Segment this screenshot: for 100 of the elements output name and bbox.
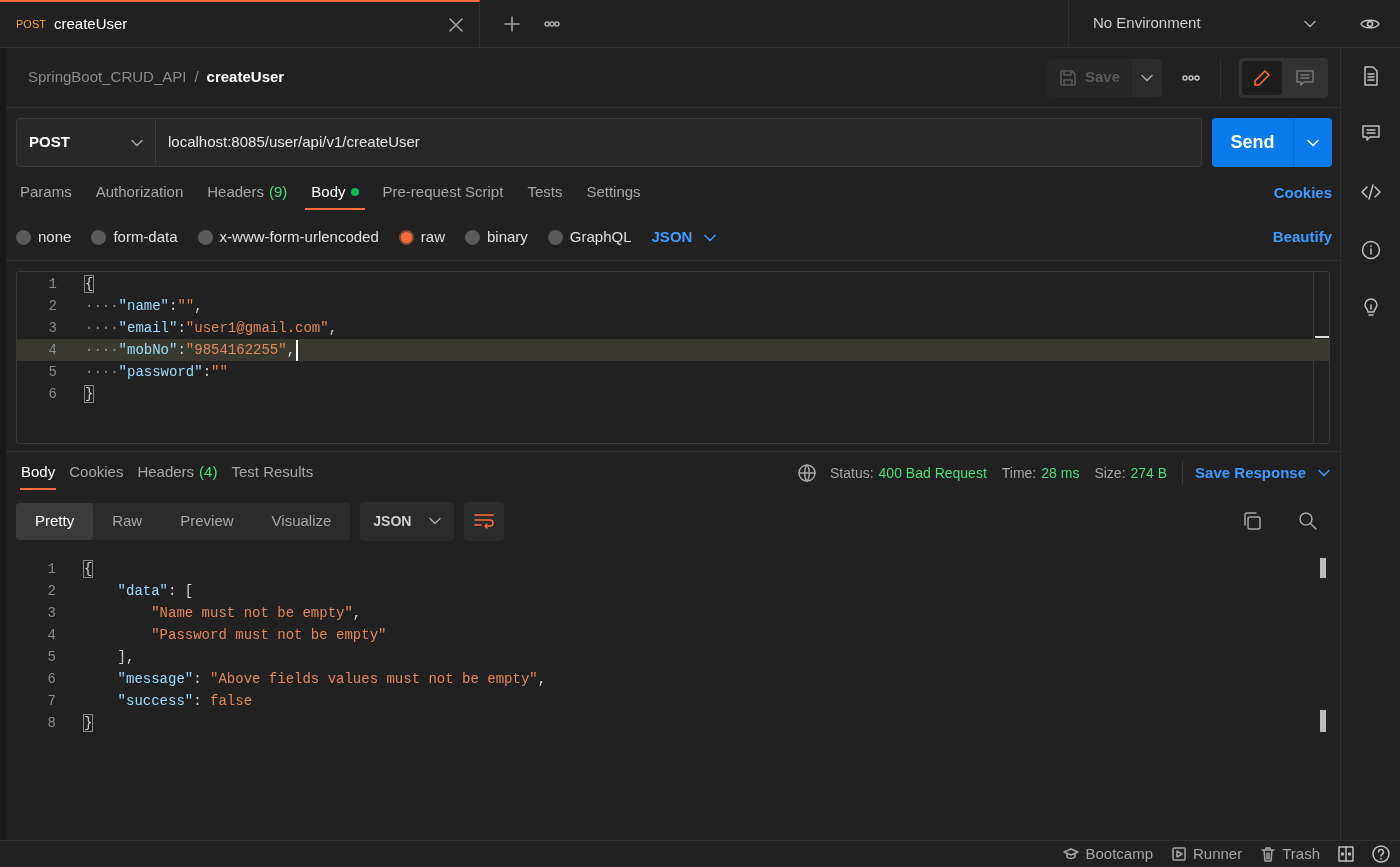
chevron-down-icon[interactable] (429, 517, 442, 525)
radio-option[interactable]: x-www-form-urlencoded (197, 226, 379, 249)
code-line: { (85, 274, 94, 294)
edit-mode-button[interactable] (1242, 60, 1282, 95)
meta-value: 28 ms (1041, 463, 1080, 483)
close-icon[interactable] (449, 17, 463, 32)
request-tab[interactable]: POST createUser (0, 0, 480, 47)
status-bar-button[interactable]: Trash (1260, 842, 1320, 866)
radio-option[interactable]: GraphQL (547, 226, 632, 249)
code-line: ], (116, 647, 135, 667)
line-number: 4 (46, 625, 57, 645)
line-number: 6 (47, 384, 58, 404)
line-number: 5 (46, 647, 57, 667)
graduation-cap-icon (1063, 846, 1080, 862)
radio-option[interactable]: none (16, 226, 72, 249)
two-pane-icon[interactable] (1338, 846, 1354, 862)
environment-selector[interactable]: No Environment (1068, 0, 1340, 47)
code-line: ····"email":"user1@gmail.com", (85, 318, 338, 338)
chevron-down-icon[interactable] (131, 138, 143, 147)
collection-link[interactable]: SpringBoot_CRUD_API (28, 66, 187, 89)
meta-value: 274 B (1130, 463, 1168, 483)
line-number: 1 (47, 274, 58, 294)
request-option-tab[interactable]: Headers (9) (201, 176, 294, 210)
request-option-tab[interactable]: Params (14, 176, 78, 210)
line-number: 7 (46, 691, 57, 711)
view-mode-tab[interactable]: Preview (161, 502, 253, 540)
line-number: 5 (47, 362, 58, 382)
chevron-down-icon[interactable] (1141, 73, 1153, 82)
code-line: "data": [ (116, 581, 194, 601)
more-icon[interactable] (544, 20, 560, 27)
code-line: "Name must not be empty", (150, 603, 362, 623)
scrollbar-marker (1314, 336, 1329, 338)
chevron-down-icon[interactable] (1304, 19, 1316, 28)
request-option-tab[interactable]: Tests (521, 176, 569, 210)
line-number: 6 (46, 669, 57, 689)
view-mode-tab[interactable]: Raw (93, 502, 162, 540)
response-tab[interactable]: Cookies (68, 456, 125, 490)
method-label: POST (16, 17, 46, 33)
wrap-lines-button[interactable] (464, 501, 505, 541)
save-response-button[interactable]: Save Response (1195, 461, 1330, 485)
scrollbar-marker (1320, 710, 1326, 732)
view-mode-tab[interactable]: Pretty (16, 502, 94, 540)
save-icon (1058, 68, 1077, 87)
response-tab[interactable]: Headers (4) (136, 456, 219, 490)
code-line: ····"password":"" (85, 362, 228, 382)
copy-icon[interactable] (1242, 511, 1262, 531)
request-option-tab[interactable]: Settings (580, 176, 647, 210)
line-number: 3 (46, 603, 57, 623)
response-tab[interactable]: Body (20, 456, 57, 490)
chevron-down-icon[interactable] (1318, 469, 1330, 477)
request-option-tab[interactable]: Body (305, 176, 365, 210)
play-icon (1171, 846, 1187, 862)
status-bar-button[interactable]: Runner (1171, 842, 1243, 866)
scrollbar-thumb[interactable] (1320, 558, 1326, 578)
search-icon[interactable] (1298, 511, 1318, 531)
meta-label: Status: (830, 463, 874, 483)
code-icon[interactable] (1360, 182, 1381, 202)
radio-option[interactable]: binary (464, 226, 528, 249)
wrap-lines-icon (474, 513, 495, 529)
radio-button[interactable] (547, 230, 563, 245)
cookies-link[interactable]: Cookies (1273, 181, 1332, 205)
line-number: 3 (47, 318, 58, 338)
code-line: "message": "Above fields values must not be empty", (116, 669, 547, 689)
chevron-down-icon[interactable] (704, 233, 717, 242)
format-select[interactable]: JSON (651, 226, 717, 249)
request-option-tab[interactable]: Authorization (89, 176, 190, 210)
globe-icon[interactable] (798, 464, 816, 482)
meta-label: Size: (1094, 463, 1126, 483)
request-name: createUser (206, 67, 286, 88)
response-tab[interactable]: Test Results (230, 456, 315, 490)
info-icon[interactable] (1360, 240, 1381, 260)
radio-button[interactable] (464, 230, 480, 245)
radio-button[interactable] (398, 230, 414, 245)
response-format-select[interactable]: JSON (360, 501, 455, 541)
code-line: { (84, 559, 93, 579)
method-select[interactable]: POST (16, 118, 156, 167)
line-number: 2 (47, 296, 58, 316)
comment-icon (1296, 68, 1314, 87)
view-mode-tab[interactable]: Visualize (252, 502, 351, 540)
mode-toggle[interactable] (1239, 57, 1328, 98)
trash-icon (1260, 846, 1277, 862)
status-bar-button[interactable]: Bootcamp (1063, 842, 1153, 866)
radio-button[interactable] (91, 230, 107, 245)
beautify-link[interactable]: Beautify (1272, 226, 1332, 249)
code-editor[interactable]: 1 { 2 ····"name":"", 3 ····"email":"user1@gmail.com", 4 ····"mobNo":"9854162255", 5 ····"password":"" 6 } (16, 271, 1330, 444)
code-line: } (85, 384, 94, 404)
request-option-tab[interactable]: Pre-request Script (376, 176, 510, 210)
more-icon[interactable] (1182, 74, 1200, 81)
code-line: ····"name":"", (85, 296, 203, 316)
radio-option[interactable]: raw (398, 226, 445, 249)
tab-title: createUser (53, 14, 129, 35)
comment-icon[interactable] (1360, 124, 1381, 144)
radio-button[interactable] (16, 230, 31, 245)
url-field[interactable]: localhost:8085/user/api/v1/createUser (156, 118, 1202, 167)
plus-icon[interactable] (504, 15, 520, 32)
radio-button[interactable] (197, 230, 213, 245)
meta-value: 400 Bad Request (878, 463, 987, 483)
help-icon[interactable] (1372, 845, 1390, 863)
radio-option[interactable]: form-data (91, 226, 178, 249)
meta-label: Time: (1001, 463, 1037, 483)
